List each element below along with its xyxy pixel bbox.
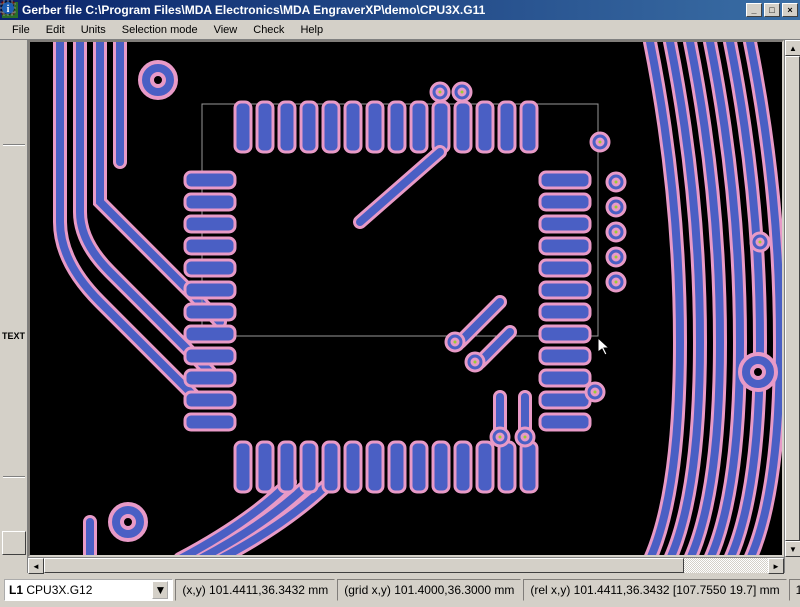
cursor-icon (598, 338, 614, 358)
ellipse-outline-icon[interactable] (2, 274, 26, 298)
layer-label: L1 (9, 583, 23, 597)
layers-icon[interactable] (2, 506, 26, 530)
menu-check[interactable]: Check (245, 22, 292, 38)
titlebar: Gerber file C:\Program Files\MDA Electro… (0, 0, 800, 20)
dimension-v-icon[interactable] (2, 374, 26, 398)
status-xy: (x,y) 101.4411,36.3432 mm (175, 579, 335, 601)
offset-in-icon[interactable] (2, 399, 26, 423)
scroll-up-icon[interactable]: ▲ (785, 40, 800, 56)
rect-outline-icon[interactable] (2, 249, 26, 273)
arc-icon[interactable] (2, 299, 26, 323)
svg-text:i: i (7, 4, 10, 15)
delete-icon[interactable] (2, 449, 26, 473)
separator (3, 144, 25, 146)
scroll-thumb[interactable] (785, 56, 800, 541)
scroll-left-icon[interactable]: ◄ (28, 558, 44, 574)
separator (3, 476, 25, 478)
scroll-right-icon[interactable]: ► (768, 558, 784, 574)
scroll-down-icon[interactable]: ▼ (785, 541, 800, 557)
status-grid: (grid x,y) 101.4000,36.3000 mm (337, 579, 521, 601)
info-icon[interactable]: i (2, 531, 26, 555)
window-title: Gerber file C:\Program Files\MDA Electro… (22, 3, 485, 17)
offset-out-icon[interactable] (2, 424, 26, 448)
statusbar: L1 CPU3X.G12 ▼ (x,y) 101.4411,36.3432 mm… (0, 573, 800, 607)
menu-edit[interactable]: Edit (38, 22, 73, 38)
horizontal-scrollbar[interactable]: ◄ ► (28, 557, 784, 573)
menu-view[interactable]: View (206, 22, 246, 38)
filled-rect-icon[interactable] (2, 199, 26, 223)
open-file-icon[interactable] (2, 67, 26, 91)
layer-file: CPU3X.G12 (26, 583, 92, 597)
scroll-corner (785, 557, 800, 573)
close-button[interactable]: × (782, 3, 798, 17)
save-file-icon[interactable] (2, 92, 26, 116)
menu-units[interactable]: Units (73, 22, 114, 38)
minimize-button[interactable]: _ (746, 3, 762, 17)
chevron-down-icon[interactable]: ▼ (152, 581, 168, 599)
maximize-button[interactable]: □ (764, 3, 780, 17)
menu-file[interactable]: File (4, 22, 38, 38)
menu-help[interactable]: Help (292, 22, 331, 38)
menu-selection-mode[interactable]: Selection mode (114, 22, 206, 38)
text-tool-icon[interactable]: TEXT (2, 324, 26, 348)
status-rel: (rel x,y) 101.4411,36.3432 [107.7550 19.… (523, 579, 786, 601)
scroll-thumb[interactable] (44, 558, 684, 573)
status-extra: 19.33 (789, 579, 800, 601)
grid-icon[interactable] (2, 481, 26, 505)
dimension-h-icon[interactable] (2, 349, 26, 373)
layer-selector[interactable]: L1 CPU3X.G12 ▼ (4, 579, 173, 601)
filled-circle-icon[interactable] (2, 174, 26, 198)
pcb-canvas[interactable] (28, 40, 784, 557)
menubar: File Edit Units Selection mode View Chec… (0, 20, 800, 40)
new-file-icon[interactable] (2, 42, 26, 66)
line-tool-icon[interactable] (2, 149, 26, 173)
print-icon[interactable] (2, 117, 26, 141)
vertical-scrollbar[interactable]: ▲ ▼ (784, 40, 800, 573)
filled-ellipse-icon[interactable] (2, 224, 26, 248)
tool-palette: TEXT i (0, 40, 28, 573)
